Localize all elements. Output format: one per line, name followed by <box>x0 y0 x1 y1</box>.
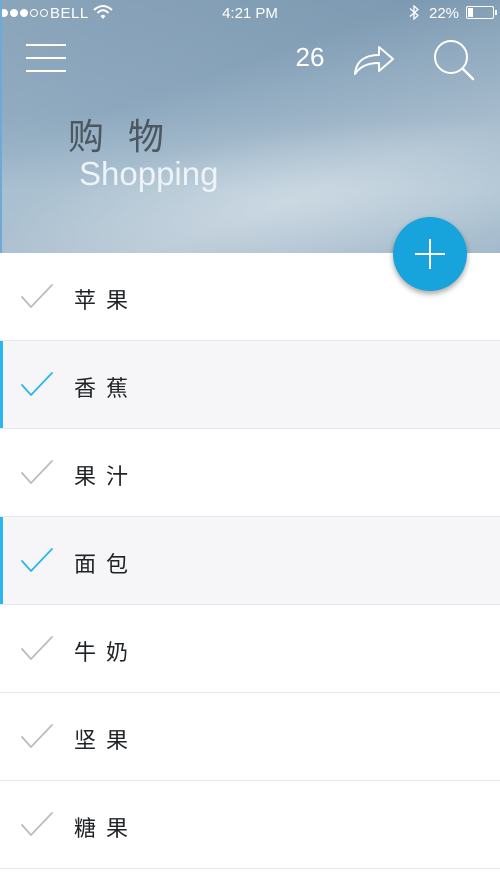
menu-icon-line <box>26 70 66 72</box>
page-title: 购物 <box>68 117 189 158</box>
list-item-label: 苹果 <box>74 289 139 314</box>
search-icon[interactable] <box>432 39 476 81</box>
status-bar: BELL 4:21 PM 22% <box>0 0 500 28</box>
battery-icon <box>466 6 497 19</box>
header-banner: BELL 4:21 PM 22% 26 购物 Shopping <box>0 0 500 253</box>
list-item-label: 坚果 <box>74 729 139 754</box>
checkmark-icon[interactable] <box>20 723 54 749</box>
list-item-label: 香蕉 <box>74 377 139 402</box>
list-item-label: 面包 <box>74 553 139 578</box>
menu-icon-line <box>26 57 66 59</box>
menu-icon-line <box>26 44 66 46</box>
checkmark-icon[interactable] <box>20 547 54 573</box>
list-item-label: 果汁 <box>74 465 139 490</box>
page-subtitle: Shopping <box>79 155 219 192</box>
bluetooth-icon <box>409 4 419 21</box>
checkmark-icon[interactable] <box>20 371 54 397</box>
shopping-list: 苹果香蕉果汁面包牛奶坚果糖果 <box>0 253 500 869</box>
status-time: 4:21 PM <box>222 5 278 22</box>
plus-icon <box>415 239 445 269</box>
item-count: 26 <box>295 42 325 72</box>
checkmark-icon[interactable] <box>20 459 54 485</box>
add-item-button[interactable] <box>393 217 467 291</box>
battery-fill <box>468 8 473 17</box>
menu-button[interactable] <box>26 40 68 76</box>
list-item[interactable]: 坚果 <box>0 693 500 781</box>
battery-percentage: 22% <box>429 5 460 22</box>
list-item[interactable]: 果汁 <box>0 429 500 517</box>
checkmark-icon[interactable] <box>20 635 54 661</box>
list-item[interactable]: 面包 <box>0 517 500 605</box>
list-item[interactable]: 香蕉 <box>0 341 500 429</box>
checkmark-icon[interactable] <box>20 811 54 837</box>
checkmark-icon[interactable] <box>20 283 54 309</box>
share-icon[interactable] <box>352 43 396 77</box>
list-item[interactable]: 牛奶 <box>0 605 500 693</box>
list-item[interactable]: 糖果 <box>0 781 500 869</box>
list-item-label: 糖果 <box>74 817 139 842</box>
list-item-label: 牛奶 <box>74 641 139 666</box>
